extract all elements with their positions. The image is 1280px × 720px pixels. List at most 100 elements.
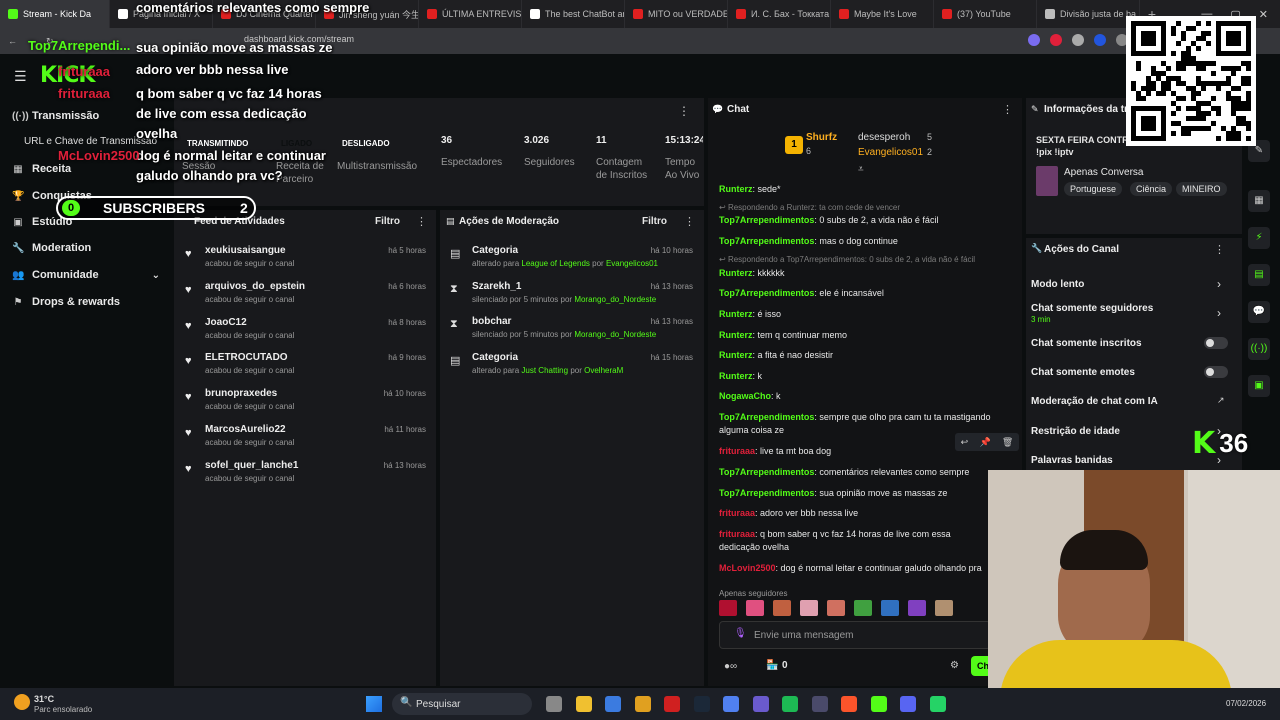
taskbar-app-icon[interactable]: [811, 696, 828, 712]
tag-portuguese[interactable]: Portuguese: [1064, 182, 1123, 196]
more-options-icon[interactable]: ⋮: [678, 104, 690, 118]
moderator-name[interactable]: Morango_do_Nordeste: [574, 330, 656, 339]
taskbar-app-icon[interactable]: [723, 696, 739, 712]
emote-icon[interactable]: [773, 600, 791, 616]
extension-icon[interactable]: [1028, 34, 1040, 46]
taskbar-app-icon[interactable]: [634, 696, 651, 712]
extension-icon[interactable]: [1072, 34, 1084, 46]
taskbar-app-icon[interactable]: [752, 696, 769, 712]
follower-name[interactable]: sofel_quer_lanche1: [205, 460, 298, 471]
subscribers-only-toggle[interactable]: [1204, 337, 1228, 349]
delete-icon[interactable]: 🗑: [1002, 437, 1013, 448]
sidebar-item-comunidade[interactable]: 👥 Comunidade ⌄: [12, 265, 160, 285]
moderation-subject[interactable]: Szarekh_1: [472, 281, 521, 292]
document-tool-icon[interactable]: ▤: [1248, 264, 1270, 286]
moderation-target[interactable]: Just Chatting: [521, 366, 568, 375]
more-options-icon[interactable]: ⋮: [684, 215, 695, 228]
ai-moderation-row[interactable]: Moderação de chat com IA: [1031, 396, 1231, 407]
sidebar-item-transmissao[interactable]: ((·)) Transmissão: [12, 106, 99, 126]
chat-username[interactable]: Runterz: [719, 371, 753, 381]
taskbar-app-icon[interactable]: [841, 696, 857, 712]
browser-tab[interactable]: (37) YouTube: [934, 0, 1037, 28]
infinity-icon[interactable]: ●∞: [724, 661, 737, 672]
moderation-subject[interactable]: bobchar: [472, 316, 511, 327]
emote-icon[interactable]: [854, 600, 872, 616]
chat-username[interactable]: Top7Arrependimentos: [719, 236, 814, 246]
leaderboard-first-name[interactable]: Shurfz: [806, 132, 837, 143]
reply-icon[interactable]: ↩: [961, 437, 969, 448]
taskbar-app-icon[interactable]: [870, 696, 887, 712]
chat-username[interactable]: Top7Arrependimentos: [719, 467, 814, 477]
sidebar-item-drops[interactable]: ⚑ Drops & rewards: [12, 292, 121, 312]
emote-icon[interactable]: [908, 600, 926, 616]
chevron-right-icon[interactable]: ›: [1217, 306, 1221, 320]
weather-temp[interactable]: 31°C: [34, 694, 54, 704]
emote-icon[interactable]: [746, 600, 764, 616]
moderator-name[interactable]: Morango_do_Nordeste: [574, 295, 656, 304]
leaderboard-third-name[interactable]: Evangelicos01: [858, 147, 923, 158]
tag-mineiro[interactable]: MINEIRO: [1176, 182, 1227, 196]
taskbar-app-icon[interactable]: [546, 696, 562, 712]
chat-tool-icon[interactable]: 💬: [1248, 301, 1270, 323]
moderator-name[interactable]: OvelheraM: [584, 366, 623, 375]
emote-icon[interactable]: [800, 600, 818, 616]
moderation-subject[interactable]: Categoria: [472, 352, 518, 363]
browser-tab[interactable]: MITO ou VERDADE: [625, 0, 728, 28]
chat-username[interactable]: Runterz: [719, 268, 753, 278]
browser-tab[interactable]: Stream - Kick Da: [0, 0, 110, 28]
chat-username[interactable]: frituraaa: [719, 446, 755, 456]
emotes-only-toggle[interactable]: [1204, 366, 1228, 378]
follower-name[interactable]: MarcosAurelio22: [205, 424, 286, 435]
back-icon[interactable]: ←: [8, 36, 17, 46]
taskbar-app-icon[interactable]: [605, 696, 621, 712]
chat-username[interactable]: Runterz: [719, 330, 753, 340]
chat-username[interactable]: Top7Arrependimentos: [719, 412, 814, 422]
windows-start-icon[interactable]: [366, 696, 382, 712]
follower-name[interactable]: ELETROCUTADO: [205, 352, 288, 363]
moderator-name[interactable]: Evangelicos01: [606, 259, 658, 268]
more-options-icon[interactable]: ⋮: [416, 215, 427, 228]
moderation-target[interactable]: League of Legends: [521, 259, 590, 268]
lightning-tool-icon[interactable]: ⚡: [1248, 227, 1270, 249]
browser-tab[interactable]: Maybe It's Love: [831, 0, 934, 28]
extension-icon[interactable]: [1094, 34, 1106, 46]
chat-username[interactable]: Top7Arrependimentos: [719, 215, 814, 225]
chat-username[interactable]: Runterz: [719, 309, 753, 319]
emote-icon[interactable]: [827, 600, 845, 616]
follower-name[interactable]: brunopraxedes: [205, 388, 277, 399]
taskbar-app-icon[interactable]: [929, 696, 946, 712]
moderation-filter-button[interactable]: Filtro: [642, 216, 667, 227]
sidebar-item-moderation[interactable]: 🔧 Moderation: [12, 238, 91, 258]
chevron-right-icon[interactable]: ›: [1217, 277, 1221, 291]
taskbar-search[interactable]: 🔍 Pesquisar: [392, 693, 532, 715]
more-options-icon[interactable]: ⋮: [1214, 243, 1225, 256]
menu-icon[interactable]: ☰: [14, 68, 27, 85]
taskbar-app-icon[interactable]: [664, 696, 680, 712]
emote-icon[interactable]: [719, 600, 737, 616]
followers-only-chat-row[interactable]: Chat somente seguidores: [1031, 303, 1231, 314]
taskbar-app-icon[interactable]: [782, 696, 798, 712]
taskbar-app-icon[interactable]: [900, 696, 916, 712]
chat-username[interactable]: frituraaa: [719, 508, 755, 518]
chat-username[interactable]: frituraaa: [719, 529, 755, 539]
extension-icon[interactable]: [1050, 34, 1062, 46]
moderation-subject[interactable]: Categoria: [472, 245, 518, 256]
microphone-icon[interactable]: 🎙: [734, 628, 747, 639]
slow-mode-row[interactable]: Modo lento: [1031, 279, 1231, 290]
chevron-down-icon[interactable]: ⩡: [858, 164, 864, 175]
taskbar-app-icon[interactable]: [693, 696, 710, 712]
chat-input[interactable]: 🎙 Envie uma mensagem: [719, 621, 991, 649]
chat-username[interactable]: Top7Arrependimentos: [719, 488, 814, 498]
close-icon[interactable]: ✕: [1259, 8, 1268, 21]
chat-username[interactable]: McLovin2500: [719, 563, 776, 573]
browser-tab[interactable]: ÚLTIMA ENTREVIST: [419, 0, 522, 28]
chat-username[interactable]: NogawaCho: [719, 391, 771, 401]
more-options-icon[interactable]: ⋮: [1002, 103, 1013, 116]
browser-tab[interactable]: The best ChatBot ar: [522, 0, 625, 28]
grid-tool-icon[interactable]: ▦: [1248, 190, 1270, 212]
layout-tool-icon[interactable]: ▣: [1248, 375, 1270, 397]
follower-name[interactable]: xeukiusaisangue: [205, 245, 286, 256]
feed-filter-button[interactable]: Filtro: [375, 216, 400, 227]
chat-username[interactable]: Runterz: [719, 350, 753, 360]
external-link-icon[interactable]: ↗: [1217, 395, 1225, 406]
